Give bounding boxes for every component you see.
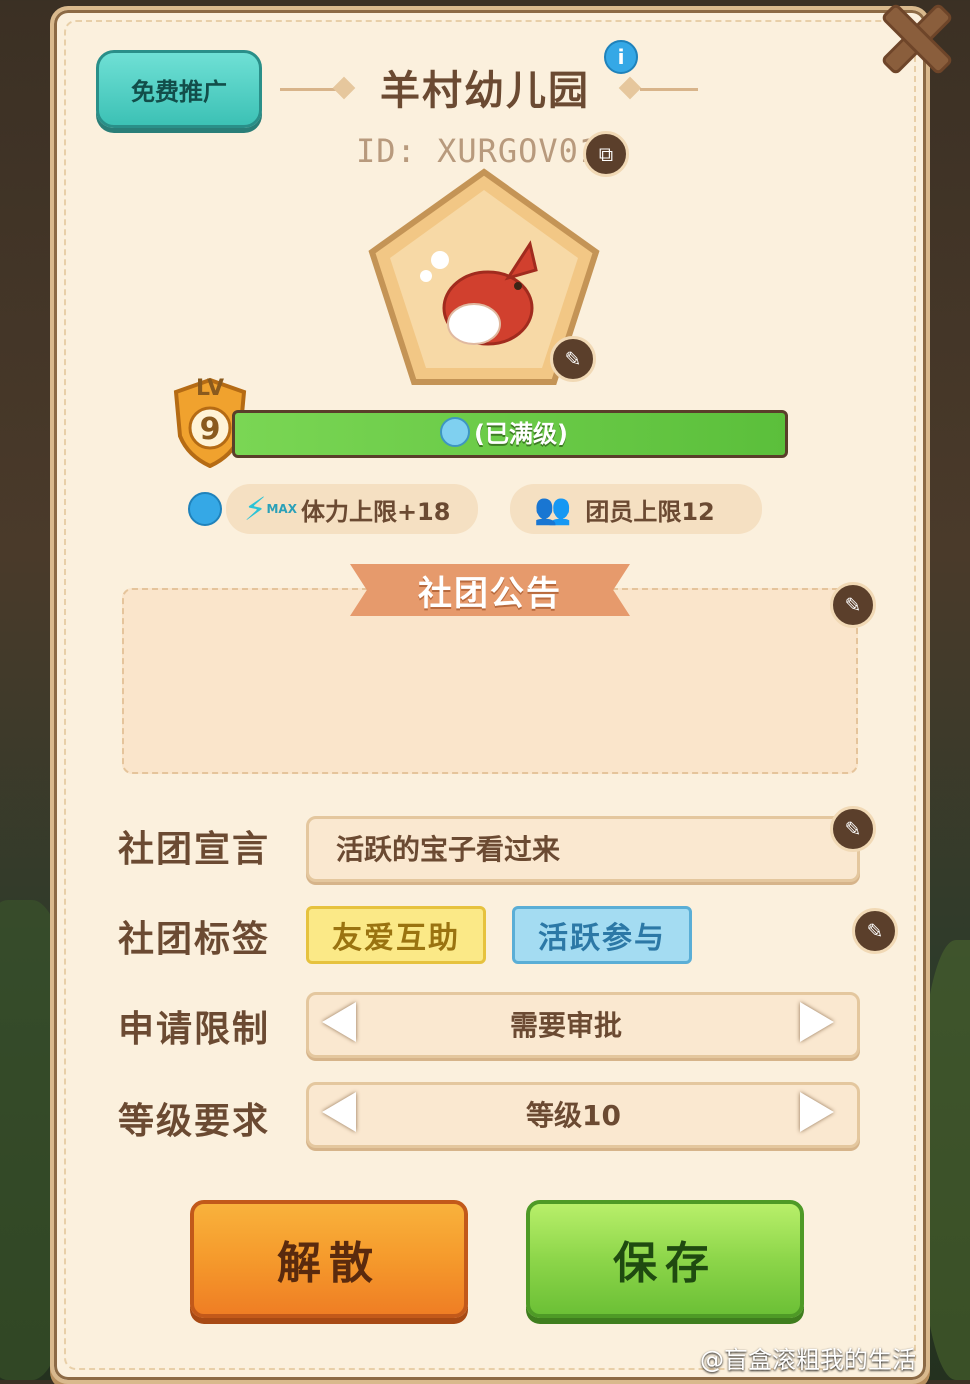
apply-restriction-next-arrow[interactable] (800, 1002, 834, 1042)
tag-active[interactable]: 活跃参与 (512, 906, 692, 964)
level-status: (已满级) (440, 414, 568, 449)
members-icon: 👥 (534, 491, 572, 527)
lightning-icon: ⚡ (244, 490, 267, 528)
watermark: @盲盒滚粗我的生活 (700, 1346, 916, 1374)
disband-button[interactable]: 解散 (190, 1200, 468, 1318)
notice-header: 社团公告 (350, 564, 630, 616)
club-id: ID: XURGOV01 (356, 132, 600, 170)
apply-restriction-value: 需要审批 (510, 1009, 623, 1042)
level-requirement-next-arrow[interactable] (800, 1092, 834, 1132)
declaration-value: 活跃的宝子看过来 (336, 833, 561, 866)
title-decoration-right (640, 88, 698, 91)
gem-icon (440, 417, 470, 447)
apply-restriction-label: 申请限制 (118, 1009, 271, 1050)
level-requirement-value: 等级10 (526, 1099, 621, 1132)
edit-declaration-icon[interactable]: ✎ (830, 806, 876, 852)
tags-label: 社团标签 (118, 919, 271, 960)
members-perk-text: 团员上限12 (585, 497, 715, 526)
members-perk: 👥 团员上限12 (510, 484, 762, 534)
perk-info-icon[interactable] (188, 492, 222, 526)
max-badge: MAX (266, 502, 297, 516)
level-requirement-prev-arrow[interactable] (322, 1092, 356, 1132)
stamina-perk: ⚡ MAX 体力上限+18 (226, 484, 478, 534)
tag-friendly[interactable]: 友爱互助 (306, 906, 486, 964)
edit-emblem-icon[interactable]: ✎ (550, 336, 596, 382)
free-promotion-button[interactable]: 免费推广 (96, 50, 262, 128)
level-number: 9 (199, 412, 221, 447)
stamina-perk-text: 体力上限+18 (300, 497, 451, 526)
declaration-label: 社团宣言 (118, 829, 271, 870)
edit-tags-icon[interactable]: ✎ (852, 908, 898, 954)
level-status-text: (已满级) (474, 420, 568, 448)
info-icon[interactable]: i (604, 40, 638, 74)
level-requirement-label: 等级要求 (118, 1101, 271, 1142)
apply-restriction-prev-arrow[interactable] (322, 1002, 356, 1042)
close-icon[interactable] (878, 0, 948, 70)
club-title: 羊村幼儿园 (380, 68, 590, 114)
save-button[interactable]: 保存 (526, 1200, 804, 1318)
level-prefix: LV (196, 376, 225, 401)
edit-notice-icon[interactable]: ✎ (830, 582, 876, 628)
